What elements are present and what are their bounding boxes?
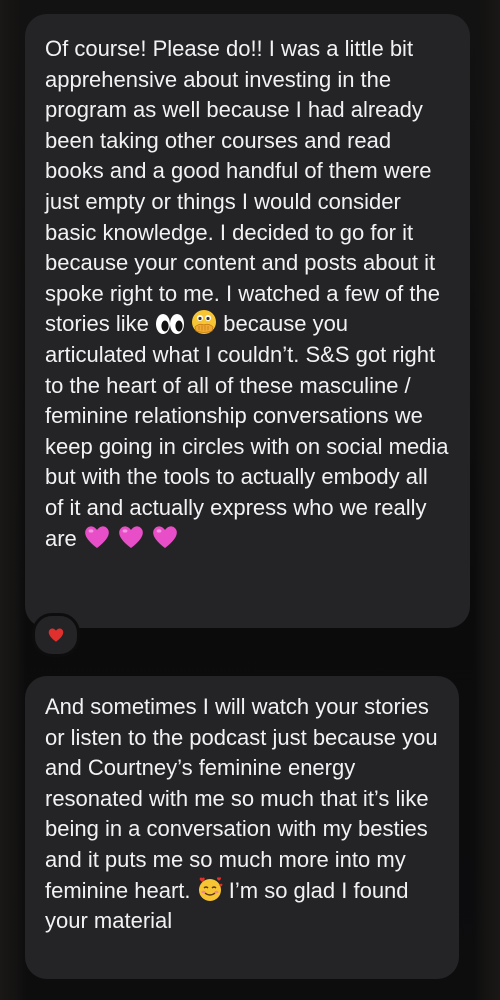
pink-heart-icon xyxy=(153,525,177,548)
face-with-open-eyes-and-hand-over-mouth-icon xyxy=(192,310,217,335)
background-edge-right xyxy=(474,0,500,1000)
smiling-face-with-hearts-icon xyxy=(198,876,223,901)
pink-heart-icon xyxy=(119,525,143,548)
message-bubble-2[interactable]: And sometimes I will watch your stories … xyxy=(25,676,459,979)
message-1-text-part-2: because you articulated what I couldn’t.… xyxy=(45,311,455,551)
message-1-reaction[interactable] xyxy=(32,613,80,657)
pink-heart-icon xyxy=(85,525,109,548)
message-1-text-part-1: Of course! Please do!! I was a little bi… xyxy=(45,36,447,337)
message-bubble-1[interactable]: Of course! Please do!! I was a little bi… xyxy=(25,14,470,628)
message-2-text-part-1: And sometimes I will watch your stories … xyxy=(45,694,444,903)
chat-screen: Of course! Please do!! I was a little bi… xyxy=(0,0,500,1000)
background-edge-left xyxy=(0,0,26,1000)
red-heart-icon xyxy=(48,628,64,642)
eyes-icon xyxy=(156,314,185,335)
